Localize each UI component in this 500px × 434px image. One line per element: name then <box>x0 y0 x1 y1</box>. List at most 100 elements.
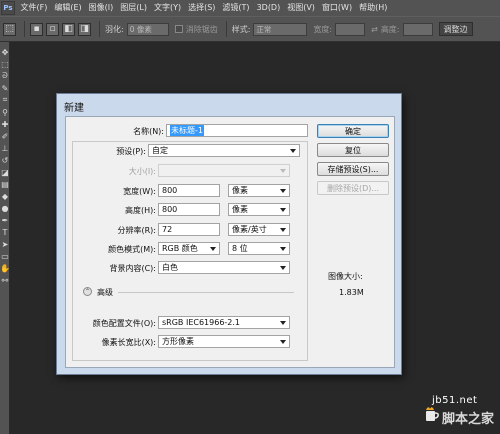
image-size-value: 1.83M <box>339 288 364 297</box>
bit-depth-value: 8 位 <box>232 244 248 253</box>
marquee-tool-preset-icon[interactable]: ⬚ <box>3 22 16 36</box>
path-select-tool-icon[interactable]: ➤ <box>0 238 10 250</box>
pen-tool-icon[interactable]: ✒ <box>0 214 10 226</box>
options-bar: ⬚ ▪ ▫ ◧ ◨ 羽化: 0 像素 消除锯齿 样式: 正常 宽度: ⇄ 高度:… <box>0 16 500 42</box>
width-input[interactable] <box>335 22 366 36</box>
height-input[interactable]: 800 <box>158 203 220 216</box>
background-label: 背景内容(C): <box>109 263 156 273</box>
advanced-toggle-icon[interactable]: ⌃ <box>83 287 92 296</box>
chevron-down-icon <box>280 247 286 251</box>
height-label: 高度(H): <box>125 205 156 215</box>
chevron-down-icon <box>280 321 286 325</box>
quick-select-tool-icon[interactable]: ✎ <box>0 82 10 94</box>
dialog-body: 名称(N): 未标题-1 预设(P): 自定 大小(I): 宽度(W): 800… <box>65 116 395 368</box>
photoshop-logo-icon: Ps <box>1 1 15 15</box>
height-unit-value: 像素 <box>232 205 248 214</box>
image-size-label: 图像大小: <box>328 272 363 281</box>
delete-preset-button[interactable]: 删除预设(D)... <box>317 181 389 195</box>
ok-button[interactable]: 确定 <box>317 124 389 138</box>
pixel-aspect-select[interactable]: 方形像素 <box>158 335 290 348</box>
chevron-down-icon <box>280 266 286 270</box>
dodge-tool-icon[interactable]: ● <box>0 202 10 214</box>
new-selection-icon[interactable]: ▪ <box>30 22 43 36</box>
move-tool-icon[interactable]: ✥ <box>0 46 10 58</box>
shape-tool-icon[interactable]: ▭ <box>0 250 10 262</box>
add-selection-icon[interactable]: ▫ <box>46 22 59 36</box>
zoom-tool-icon[interactable]: ⚯ <box>0 274 10 286</box>
size-select[interactable] <box>158 164 290 177</box>
gradient-tool-icon[interactable]: ▤ <box>0 178 10 190</box>
preset-label: 预设(P): <box>116 146 146 156</box>
menu-image[interactable]: 图像(I) <box>85 0 117 16</box>
menu-layer[interactable]: 图层(L) <box>117 0 151 16</box>
antialias-label: 消除锯齿 <box>185 24 218 34</box>
history-brush-icon[interactable]: ↺ <box>0 154 10 166</box>
menu-3d[interactable]: 3D(D) <box>253 0 284 16</box>
reset-button[interactable]: 复位 <box>317 143 389 157</box>
color-profile-select[interactable]: sRGB IEC61966-2.1 <box>158 316 290 329</box>
resolution-unit-select[interactable]: 像素/英寸 <box>228 223 290 236</box>
color-mode-select[interactable]: RGB 颜色 <box>158 242 220 255</box>
menu-select[interactable]: 选择(S) <box>185 0 219 16</box>
resolution-unit-value: 像素/英寸 <box>232 225 267 234</box>
name-input[interactable]: 未标题-1 <box>166 124 308 137</box>
marquee-tool-icon[interactable]: ⬚ <box>0 58 10 70</box>
antialias-checkbox[interactable] <box>174 25 183 33</box>
options-separator <box>225 21 227 37</box>
background-select[interactable]: 白色 <box>158 261 290 274</box>
feather-input[interactable]: 0 像素 <box>126 22 169 36</box>
refine-edge-button[interactable]: 调整边 <box>438 22 473 36</box>
height-unit-select[interactable]: 像素 <box>228 203 290 216</box>
feather-label: 羽化: <box>105 24 124 34</box>
hand-tool-icon[interactable]: ✋ <box>0 262 10 274</box>
width-label: 宽度(W): <box>123 186 156 196</box>
color-profile-value: sRGB IEC61966-2.1 <box>162 318 241 327</box>
menu-type[interactable]: 文字(Y) <box>150 0 184 16</box>
style-select[interactable]: 正常 <box>253 22 308 36</box>
intersect-selection-icon[interactable]: ◨ <box>78 22 91 36</box>
width-label: 宽度: <box>313 24 333 34</box>
chevron-down-icon <box>280 228 286 232</box>
menu-help[interactable]: 帮助(H) <box>356 0 391 16</box>
resolution-input[interactable]: 72 <box>158 223 220 236</box>
bit-depth-select[interactable]: 8 位 <box>228 242 290 255</box>
save-preset-button[interactable]: 存储预设(S)... <box>317 162 389 176</box>
background-value: 白色 <box>162 263 178 272</box>
pixel-aspect-label: 像素长宽比(X): <box>101 337 156 347</box>
color-mode-value: RGB 颜色 <box>162 244 198 253</box>
advanced-label: 高级 <box>97 288 113 297</box>
advanced-divider <box>118 292 294 293</box>
tools-panel: ✥ ⬚ ᘐ ✎ ⌗ ⚲ ✚ ✐ ⊥ ↺ ◪ ▤ ◆ ● ✒ T ➤ ▭ ✋ ⚯ <box>0 42 10 434</box>
watermark-site: jb51.net <box>432 395 478 406</box>
stamp-tool-icon[interactable]: ⊥ <box>0 142 10 154</box>
width-unit-select[interactable]: 像素 <box>228 184 290 197</box>
name-label: 名称(N): <box>133 126 164 136</box>
name-value: 未标题-1 <box>170 125 204 136</box>
eraser-tool-icon[interactable]: ◪ <box>0 166 10 178</box>
type-tool-icon[interactable]: T <box>0 226 10 238</box>
lasso-tool-icon[interactable]: ᘐ <box>0 70 10 82</box>
color-mode-label: 颜色模式(M): <box>108 244 156 254</box>
pixel-aspect-value: 方形像素 <box>162 337 194 346</box>
style-label: 样式: <box>231 24 251 34</box>
blur-tool-icon[interactable]: ◆ <box>0 190 10 202</box>
preset-select[interactable]: 自定 <box>148 144 300 157</box>
menu-filter[interactable]: 滤镜(T) <box>219 0 253 16</box>
height-input[interactable] <box>402 22 433 36</box>
menu-view[interactable]: 视图(V) <box>284 0 319 16</box>
menu-window[interactable]: 窗口(W) <box>318 0 355 16</box>
swap-icon[interactable]: ⇄ <box>371 25 378 34</box>
width-input[interactable]: 800 <box>158 184 220 197</box>
preset-value: 自定 <box>152 146 168 155</box>
healing-tool-icon[interactable]: ✚ <box>0 118 10 130</box>
resolution-label: 分辨率(R): <box>117 225 157 235</box>
menu-edit[interactable]: 编辑(E) <box>51 0 85 16</box>
chevron-down-icon <box>210 247 216 251</box>
options-separator <box>24 21 25 37</box>
menu-file[interactable]: 文件(F) <box>17 0 51 16</box>
chevron-down-icon <box>280 189 286 193</box>
brush-tool-icon[interactable]: ✐ <box>0 130 10 142</box>
eyedropper-tool-icon[interactable]: ⚲ <box>0 106 10 118</box>
subtract-selection-icon[interactable]: ◧ <box>62 22 75 36</box>
crop-tool-icon[interactable]: ⌗ <box>0 94 10 106</box>
